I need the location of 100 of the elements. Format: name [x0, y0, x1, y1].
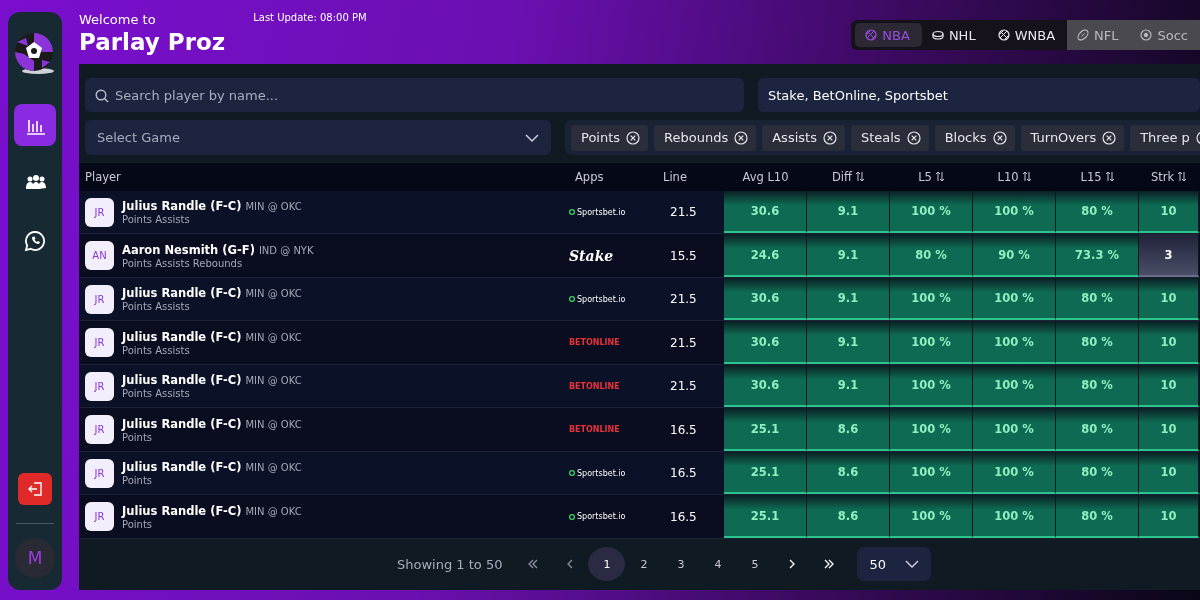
- line-value: 15.5: [669, 247, 698, 265]
- market-chip[interactable]: Blocks: [934, 124, 1015, 151]
- stat-cell: 73.3 %: [1056, 234, 1139, 277]
- market-chip[interactable]: Three p: [1130, 124, 1200, 151]
- remove-icon[interactable]: [626, 130, 641, 145]
- column-header[interactable]: Strk: [1139, 162, 1199, 191]
- stat-cell: 100 %: [973, 321, 1056, 364]
- welcome-text: Welcome to: [79, 12, 157, 28]
- column-header[interactable]: L5: [890, 162, 973, 191]
- player-name: Aaron Nesmith (G-F) IND @ NYK: [122, 242, 314, 257]
- logout-button[interactable]: [18, 473, 52, 505]
- sort-icon[interactable]: [934, 171, 945, 183]
- market-list: Points Assists: [122, 344, 302, 356]
- market-chip[interactable]: Steals: [850, 124, 929, 151]
- market-chip[interactable]: Points: [571, 124, 649, 151]
- market-chip[interactable]: Rebounds: [654, 124, 757, 151]
- stat-cell: 80 %: [1056, 277, 1139, 321]
- remove-icon[interactable]: [992, 130, 1007, 145]
- page-button[interactable]: 2: [625, 547, 663, 582]
- remove-icon[interactable]: [734, 130, 749, 145]
- stat-cell: 100 %: [890, 364, 973, 408]
- column-header[interactable]: Player: [79, 162, 569, 191]
- player-name: Julius Randle (F-C) MIN @ OKC: [122, 199, 302, 214]
- line-value: 16.5: [669, 421, 698, 439]
- sort-icon[interactable]: [1021, 171, 1032, 183]
- page-button[interactable]: 5: [736, 547, 774, 582]
- player-avatar: JR: [85, 371, 114, 401]
- stat-cell: 80 %: [1056, 190, 1139, 234]
- market-list: Points: [122, 475, 302, 487]
- sort-icon[interactable]: [1104, 171, 1115, 183]
- player-avatar: JR: [85, 197, 114, 227]
- player-avatar: JR: [85, 284, 114, 314]
- stat-cell: 30.6: [724, 190, 807, 234]
- stat-cell: 80 %: [890, 234, 973, 277]
- apps-select[interactable]: Stake, BetOnline, Sportsbet: [758, 78, 1200, 113]
- football-icon: [1077, 29, 1090, 41]
- stat-cell: 80 %: [1056, 408, 1139, 451]
- stat-cell: 9.1: [807, 190, 890, 234]
- nav-item[interactable]: [14, 104, 56, 146]
- sort-icon[interactable]: [1177, 171, 1188, 183]
- player-name: Julius Randle (F-C) MIN @ OKC: [122, 460, 302, 475]
- stat-cell: 9.1: [807, 234, 890, 277]
- sport-tab[interactable]: NHL: [921, 23, 988, 47]
- column-header[interactable]: Line: [657, 162, 724, 191]
- chat-icon: [24, 230, 46, 252]
- page-button[interactable]: 4: [699, 547, 737, 582]
- stat-cell: 30.6: [724, 321, 807, 364]
- stat-cell: 100 %: [890, 408, 973, 451]
- stat-cell: 100 %: [973, 495, 1056, 538]
- market-chip[interactable]: Assists: [762, 124, 845, 151]
- stat-cell: 10: [1139, 321, 1199, 364]
- app-title: Parlay Proz: [79, 28, 226, 56]
- player-avatar: JR: [85, 502, 114, 532]
- stat-cell: 30.6: [724, 277, 807, 321]
- stat-cell: 80 %: [1056, 451, 1139, 495]
- game-select[interactable]: Select Game: [85, 120, 551, 155]
- stat-cell: 10: [1139, 364, 1199, 408]
- column-header[interactable]: Diff: [807, 162, 890, 191]
- page-button[interactable]: 3: [662, 547, 700, 582]
- stat-cell: 9.1: [807, 364, 890, 408]
- market-list: Points Assists: [122, 301, 302, 313]
- last-update: Last Update: 08:00 PM: [253, 12, 367, 25]
- remove-icon[interactable]: [822, 130, 837, 145]
- sort-icon[interactable]: [855, 171, 865, 183]
- app-logo: Sportsbet.io: [569, 207, 626, 217]
- stat-cell: 80 %: [1056, 364, 1139, 408]
- column-header[interactable]: L10: [973, 162, 1056, 191]
- results-summary: Showing 1 to 50: [397, 556, 503, 572]
- stat-cell: 100 %: [973, 277, 1056, 321]
- search-icon: [95, 89, 109, 103]
- first-page-icon: [526, 558, 539, 571]
- market-list: Points Assists: [122, 388, 302, 400]
- stat-cell: 100 %: [890, 321, 973, 364]
- sport-tab[interactable]: WNBA: [987, 23, 1068, 47]
- market-chip[interactable]: TurnOvers: [1020, 124, 1125, 151]
- market-list: Points Assists Rebounds: [122, 257, 314, 269]
- column-header[interactable]: L15: [1056, 162, 1139, 191]
- column-header[interactable]: Apps: [569, 162, 657, 191]
- stat-cell: 80 %: [1056, 321, 1139, 364]
- stat-cell: 25.1: [724, 495, 807, 538]
- app-logo: BETONLINE: [569, 381, 620, 391]
- app-logo: BETONLINE: [569, 338, 620, 348]
- remove-icon[interactable]: [1102, 130, 1117, 145]
- page-button[interactable]: 1: [588, 547, 626, 582]
- column-header[interactable]: Avg L10: [724, 162, 807, 191]
- puck-icon: [931, 29, 944, 41]
- stat-cell: 8.6: [807, 495, 890, 538]
- remove-icon[interactable]: [906, 130, 921, 145]
- stat-cell: 10: [1139, 277, 1199, 321]
- stat-cell: 30.6: [724, 364, 807, 408]
- stat-cell: 25.1: [724, 408, 807, 451]
- stat-cell: 10: [1139, 495, 1199, 538]
- chevron-down-icon: [905, 560, 920, 569]
- stat-cell: 100 %: [890, 190, 973, 234]
- basketball-icon: [997, 29, 1010, 41]
- search-field[interactable]: Search player by name...: [85, 78, 744, 113]
- player-name: Julius Randle (F-C) MIN @ OKC: [122, 503, 302, 518]
- page-size-select[interactable]: 50: [857, 547, 932, 582]
- stat-cell: 10: [1139, 190, 1199, 234]
- stat-cell: 100 %: [890, 451, 973, 495]
